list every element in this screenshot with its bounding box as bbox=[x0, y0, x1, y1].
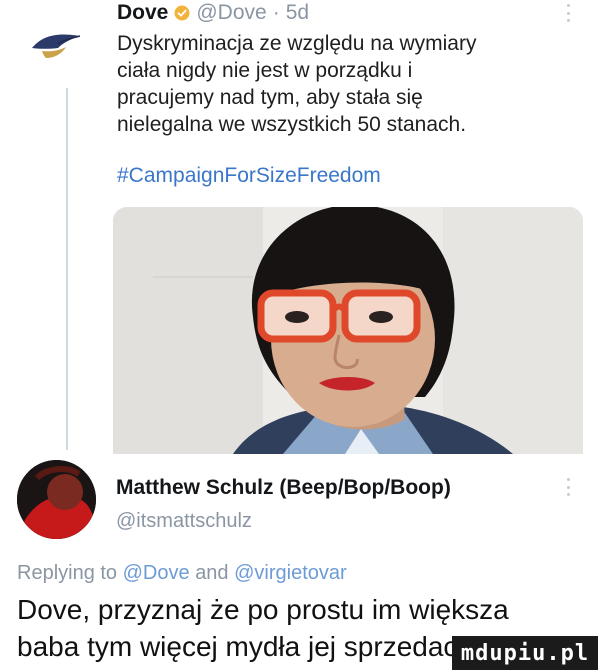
author-handle[interactable]: @Dove bbox=[196, 1, 266, 25]
meta-separator: · bbox=[272, 1, 280, 24]
tweet-text-line: nielegalna we wszystkich 50 stanach. bbox=[117, 113, 467, 136]
tweet-timestamp[interactable]: 5d bbox=[286, 1, 309, 25]
avatar[interactable] bbox=[17, 460, 96, 539]
replying-and-label: and bbox=[195, 562, 229, 584]
dove-bird-logo[interactable] bbox=[28, 18, 84, 74]
author-name[interactable]: Matthew Schulz (Beep/Bop/Boop) bbox=[116, 476, 451, 500]
replying-to-label: Replying to bbox=[17, 562, 118, 584]
verified-badge-icon bbox=[174, 5, 190, 21]
tweet-media-image[interactable] bbox=[113, 207, 583, 454]
author-handle[interactable]: @itsmattschulz bbox=[116, 510, 252, 533]
more-options-icon[interactable] bbox=[566, 4, 570, 22]
tweet-text-line: ciała nigdy nie jest w porządku i bbox=[117, 59, 413, 82]
mention-link[interactable]: @virgietovar bbox=[234, 562, 347, 584]
reply-text-line: Dove, przyznaj że po prostu im większa bbox=[17, 594, 509, 625]
tweet-text-line: pracujemy nad tym, aby stała się bbox=[117, 86, 423, 109]
site-watermark: mdupiu.pl bbox=[452, 636, 598, 670]
more-options-icon[interactable] bbox=[566, 478, 570, 496]
tweet-text-line: Dyskryminacja ze względu na wymiary bbox=[117, 32, 477, 55]
portrait-photo bbox=[113, 207, 583, 454]
tweet-text: Dyskryminacja ze względu na wymiary ciał… bbox=[117, 30, 577, 138]
author-name[interactable]: Dove bbox=[117, 1, 168, 25]
mention-link[interactable]: @Dove bbox=[123, 562, 190, 584]
avatar-photo bbox=[17, 460, 96, 539]
hashtag-link[interactable]: #CampaignForSizeFreedom bbox=[117, 164, 381, 188]
tweet-header: Dove @Dove · 5d bbox=[117, 0, 309, 26]
thread-connector-line bbox=[66, 88, 68, 450]
replying-to-line: Replying to @Dove and @virgietovar bbox=[17, 562, 347, 585]
